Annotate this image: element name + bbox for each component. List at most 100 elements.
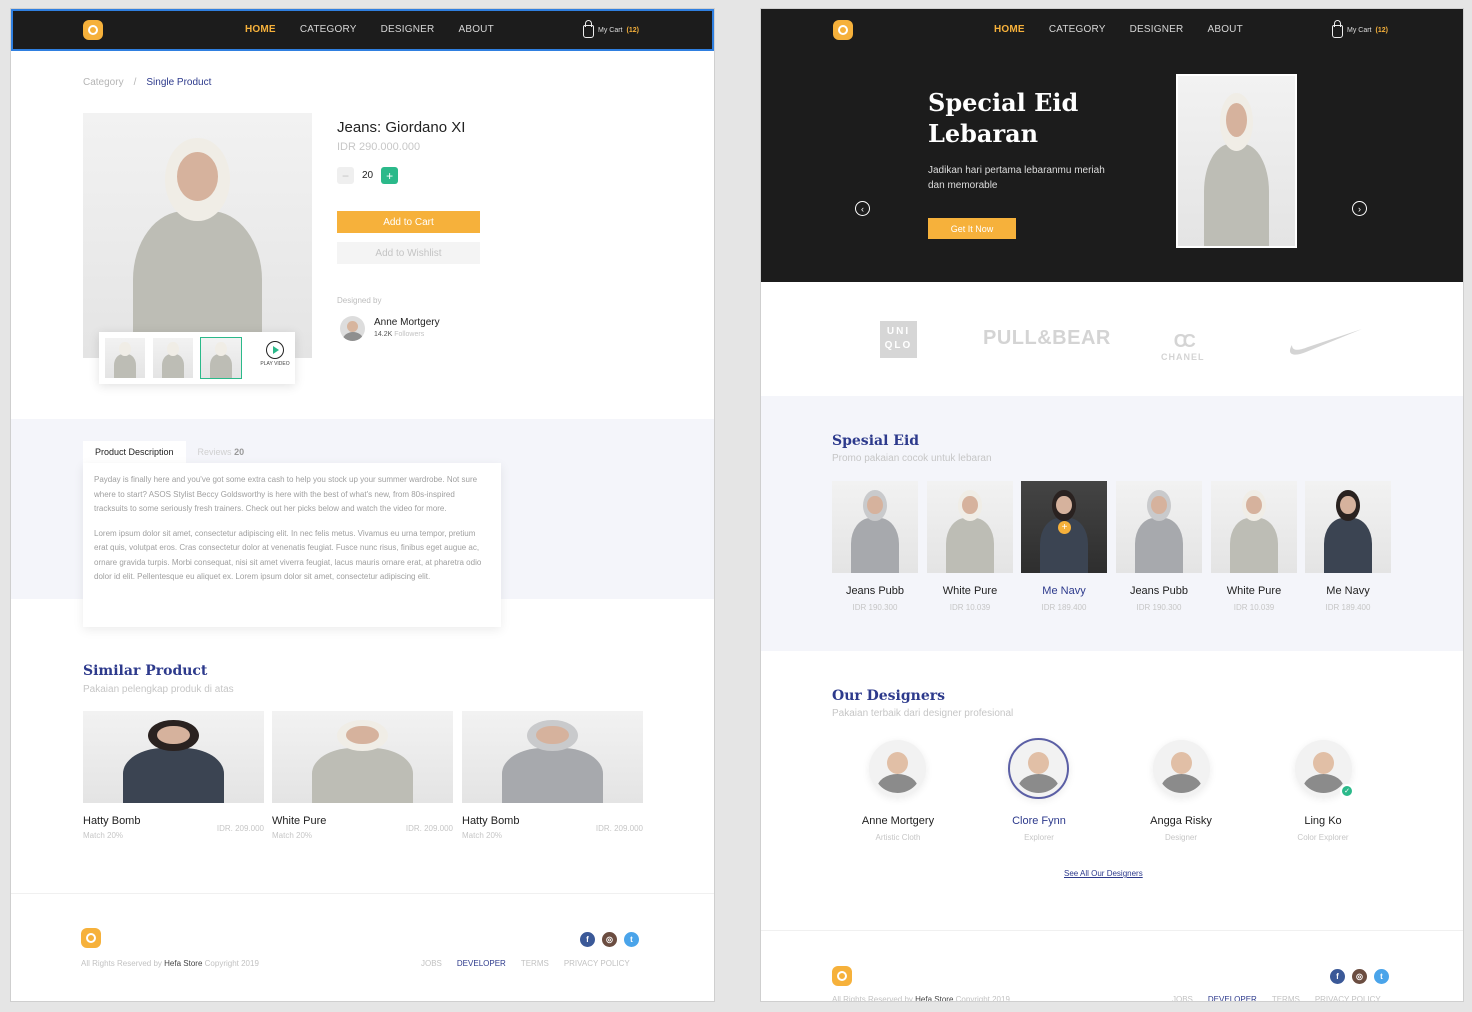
social-links: f ◎ t — [580, 932, 639, 947]
carousel-prev-button[interactable]: ‹ — [855, 201, 870, 216]
eid-product-name[interactable]: White Pure — [927, 585, 1013, 597]
designer-avatar[interactable] — [340, 316, 365, 341]
decrease-quantity-button[interactable]: − — [337, 167, 354, 184]
top-nav: HOME CATEGORY DESIGNER ABOUT My Cart (12… — [761, 9, 1463, 51]
similar-product-price: IDR. 209.000 — [216, 824, 264, 833]
description-paragraph-1: Payday is finally here and you've got so… — [94, 475, 478, 513]
breadcrumb-category[interactable]: Category — [83, 77, 124, 88]
shopping-bag-icon — [583, 20, 594, 38]
instagram-icon[interactable]: ◎ — [602, 932, 617, 947]
increase-quantity-button[interactable]: + — [381, 167, 399, 184]
designer-role: Explorer — [1024, 833, 1054, 842]
nike-logo[interactable] — [1284, 327, 1364, 359]
menu-designer[interactable]: DESIGNER — [381, 24, 435, 35]
twitter-icon[interactable]: t — [624, 932, 639, 947]
eid-product-image-2[interactable] — [927, 481, 1013, 573]
play-video-label: PLAY VIDEO — [260, 361, 290, 367]
chanel-logo[interactable]: CC CHANEL — [1161, 331, 1205, 362]
eid-product-price: IDR 10.039 — [949, 603, 991, 612]
designer-avatar[interactable] — [1153, 740, 1210, 797]
carousel-next-button[interactable]: › — [1352, 201, 1367, 216]
footer-link-jobs[interactable]: JOBS — [1172, 995, 1193, 1001]
store-name: Hefa Store — [915, 995, 954, 1002]
single-product-page: HOME CATEGORY DESIGNER ABOUT My Cart (12… — [10, 8, 715, 1002]
top-nav: HOME CATEGORY DESIGNER ABOUT My Cart (12… — [11, 9, 714, 51]
designer-avatar[interactable] — [869, 740, 926, 797]
eid-product-image-6[interactable] — [1305, 481, 1391, 573]
menu-category[interactable]: CATEGORY — [300, 24, 357, 35]
footer-link-privacy[interactable]: PRIVACY POLICY — [1315, 995, 1381, 1001]
thumbnail-3[interactable] — [200, 337, 242, 379]
copyright: All Rights Reserved by Hefa Store Copyri… — [832, 995, 1010, 1002]
footer-link-developer[interactable]: DEVELOPER — [1208, 995, 1257, 1001]
tab-reviews-label: Reviews — [197, 447, 232, 457]
menu-home[interactable]: HOME — [245, 24, 276, 35]
footer-logo[interactable] — [81, 928, 101, 948]
similar-product-image-1[interactable] — [83, 711, 264, 803]
eid-product-image-1[interactable] — [832, 481, 918, 573]
copyright: All Rights Reserved by Hefa Store Copyri… — [81, 959, 259, 968]
designer-name[interactable]: Angga Risky — [1121, 815, 1241, 827]
logo[interactable] — [833, 20, 853, 40]
similar-product-image-3[interactable] — [462, 711, 643, 803]
eid-product-name[interactable]: Me Navy — [1305, 585, 1391, 597]
thumbnail-2[interactable] — [153, 338, 193, 378]
similar-product-price: IDR. 209.000 — [405, 824, 453, 833]
play-video-button[interactable]: PLAY VIDEO — [257, 341, 293, 367]
designer-name[interactable]: Ling Ko — [1263, 815, 1383, 827]
designer-avatar[interactable] — [1008, 738, 1069, 799]
cart-count: (12) — [1375, 26, 1388, 34]
designer-name[interactable]: Clore Fynn — [979, 815, 1099, 827]
pull-and-bear-logo[interactable]: PULL&BEAR — [983, 327, 1111, 350]
cart-button[interactable]: My Cart (12) — [1332, 20, 1388, 38]
similar-product-name[interactable]: Hatty Bomb — [462, 815, 519, 827]
designer-name[interactable]: Anne Mortgery — [838, 815, 958, 827]
hero-title: Special Eid Lebaran — [928, 88, 1079, 148]
designer-name[interactable]: Anne Mortgery — [374, 317, 440, 328]
main-menu: HOME CATEGORY DESIGNER ABOUT — [245, 24, 494, 35]
facebook-icon[interactable]: f — [580, 932, 595, 947]
breadcrumb-current: Single Product — [146, 77, 212, 88]
eid-product-name[interactable]: White Pure — [1211, 585, 1297, 597]
eid-product-name[interactable]: Me Navy — [1021, 585, 1107, 597]
add-to-cart-button[interactable]: Add to Cart — [337, 211, 480, 233]
footer-link-terms[interactable]: TERMS — [1272, 995, 1300, 1001]
hero-image — [1176, 74, 1297, 248]
product-tabs: Product Description Reviews 20 — [83, 441, 256, 463]
footer-link-developer[interactable]: DEVELOPER — [457, 959, 506, 968]
similar-product-subtitle: Pakaian pelengkap produk di atas — [83, 684, 234, 695]
footer-link-jobs[interactable]: JOBS — [421, 959, 442, 968]
eid-product-image-4[interactable] — [1116, 481, 1202, 573]
menu-home[interactable]: HOME — [994, 24, 1025, 35]
logo[interactable] — [83, 20, 103, 40]
similar-product-image-2[interactable] — [272, 711, 453, 803]
uniqlo-logo[interactable]: UNI QLO — [880, 321, 917, 358]
add-icon[interactable]: + — [1058, 521, 1071, 534]
see-all-designers-link[interactable]: See All Our Designers — [1064, 869, 1143, 878]
tab-reviews-count: 20 — [234, 447, 245, 457]
footer-link-privacy[interactable]: PRIVACY POLICY — [564, 959, 630, 968]
menu-about[interactable]: ABOUT — [1207, 24, 1242, 35]
add-to-wishlist-button[interactable]: Add to Wishlist — [337, 242, 480, 264]
get-it-now-button[interactable]: Get It Now — [928, 218, 1016, 239]
facebook-icon[interactable]: f — [1330, 969, 1345, 984]
similar-product-name[interactable]: Hatty Bomb — [83, 815, 140, 827]
menu-category[interactable]: CATEGORY — [1049, 24, 1106, 35]
menu-designer[interactable]: DESIGNER — [1130, 24, 1184, 35]
footer-link-terms[interactable]: TERMS — [521, 959, 549, 968]
thumbnail-1[interactable] — [105, 338, 145, 378]
eid-product-name[interactable]: Jeans Pubb — [1116, 585, 1202, 597]
twitter-icon[interactable]: t — [1374, 969, 1389, 984]
tab-reviews[interactable]: Reviews 20 — [186, 441, 257, 463]
footer-logo[interactable] — [832, 966, 852, 986]
eid-product-price: IDR 189.400 — [1325, 603, 1371, 612]
instagram-icon[interactable]: ◎ — [1352, 969, 1367, 984]
eid-product-image-5[interactable] — [1211, 481, 1297, 573]
our-designers-subtitle: Pakaian terbaik dari designer profesiona… — [832, 708, 1014, 719]
home-page: HOME CATEGORY DESIGNER ABOUT My Cart (12… — [760, 8, 1464, 1002]
tab-product-description[interactable]: Product Description — [83, 441, 186, 463]
similar-product-name[interactable]: White Pure — [272, 815, 326, 827]
cart-button[interactable]: My Cart (12) — [583, 20, 639, 38]
menu-about[interactable]: ABOUT — [458, 24, 493, 35]
eid-product-name[interactable]: Jeans Pubb — [832, 585, 918, 597]
